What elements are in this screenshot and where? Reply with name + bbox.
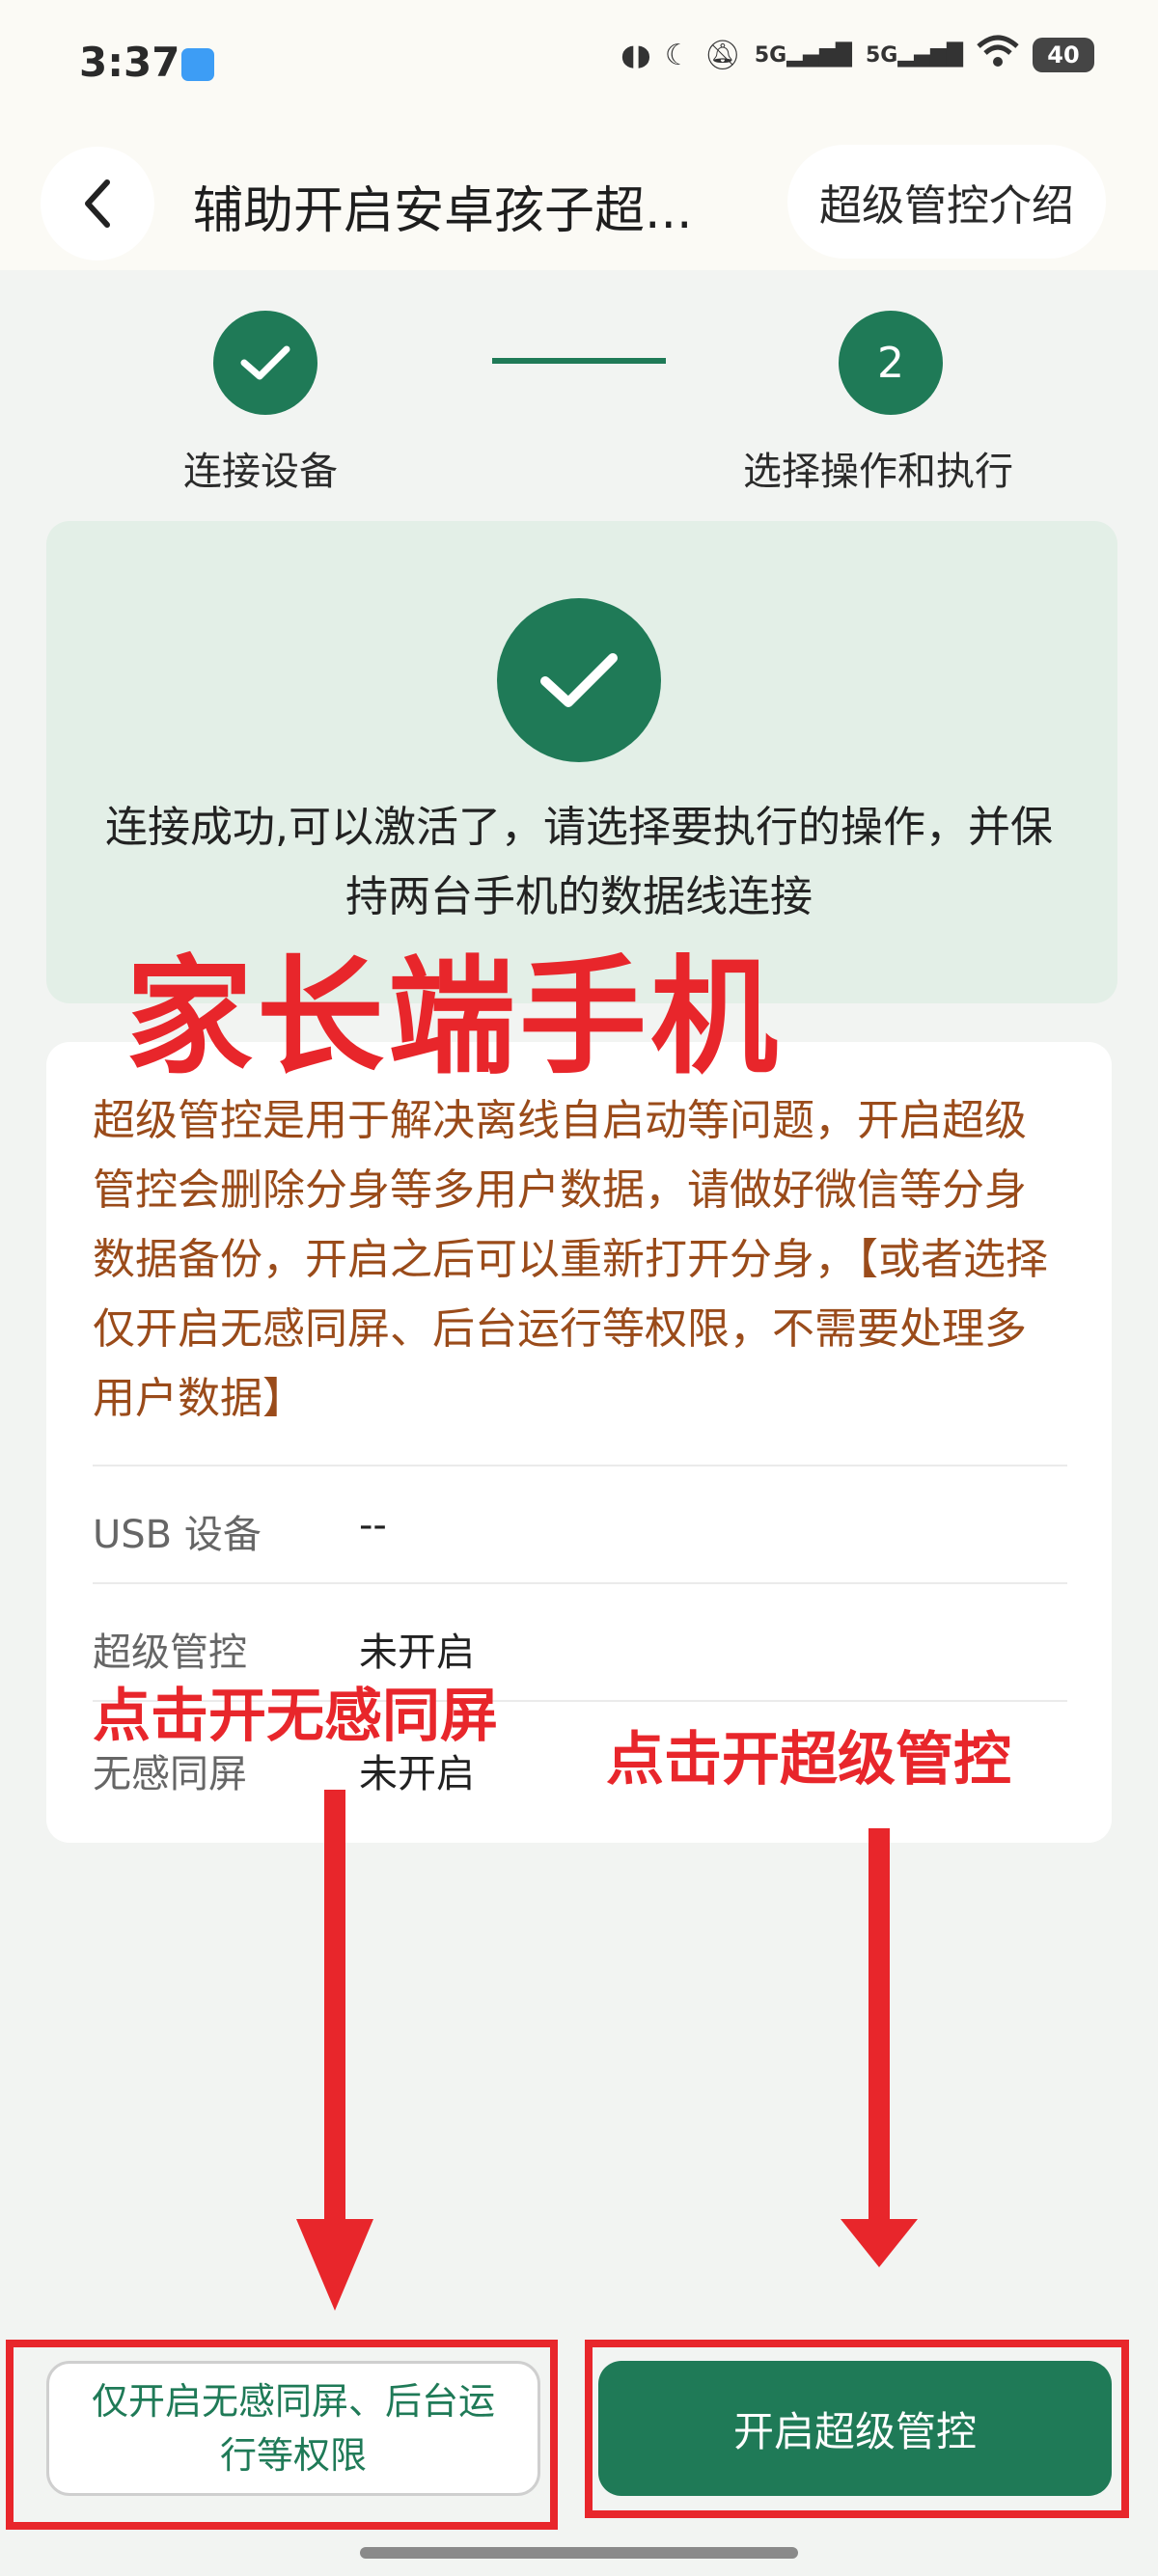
annotation-highlight-box	[6, 2340, 558, 2530]
home-indicator[interactable]	[360, 2547, 798, 2559]
annotation-highlight-box	[585, 2340, 1129, 2518]
arrow-down-icon	[841, 1828, 918, 2267]
arrow-down-icon	[296, 1790, 373, 2311]
annotation-arrows	[296, 1790, 918, 2311]
